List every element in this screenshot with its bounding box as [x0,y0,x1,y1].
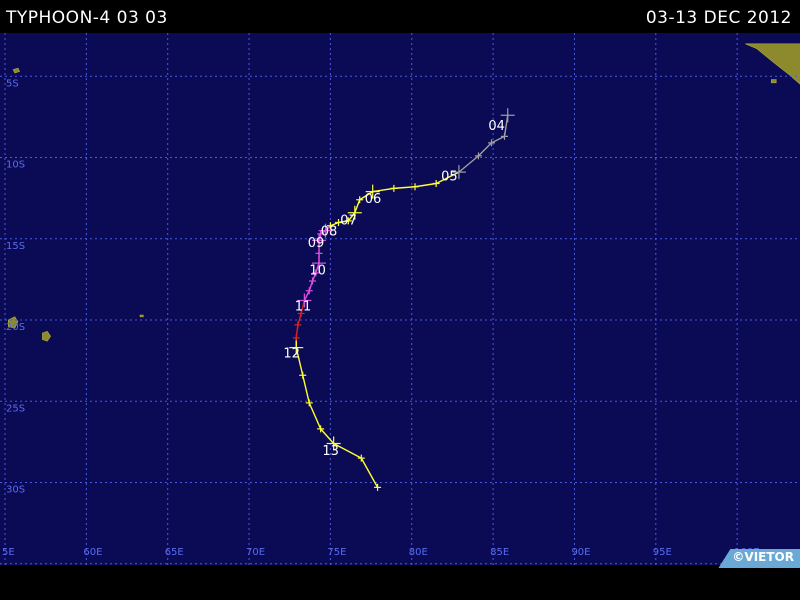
longitude-label: 80E [409,547,428,558]
track-map[interactable]: 5E60E65E70E75E80E85E90E95E100E5S10S15S20… [0,33,800,565]
day-label: 07 [340,213,357,228]
day-label: 13 [322,444,339,459]
day-label: 06 [365,192,382,207]
longitude-label: 90E [571,547,590,558]
latitude-label: 10S [6,160,25,171]
day-label: 05 [441,169,458,184]
day-label: 04 [488,119,505,134]
day-label: 09 [308,236,325,251]
longitude-label: 70E [246,547,265,558]
longitude-label: 95E [653,547,672,558]
latitude-label: 20S [6,322,25,333]
latitude-label: 15S [6,241,25,252]
longitude-label: 85E [490,547,509,558]
longitude-label: 75E [327,547,346,558]
header-bar: TYPHOON-4 03 03 03-13 DEC 2012 [0,0,800,33]
footer-bar [0,565,800,600]
latitude-label: 30S [6,485,25,496]
enggano-island [770,79,777,84]
day-label: 11 [295,299,312,314]
day-label: 10 [309,264,326,279]
longitude-label: 65E [165,547,184,558]
date-range: 03-13 DEC 2012 [645,8,792,28]
rodrigues-island [139,314,144,318]
longitude-label: 60E [83,547,102,558]
day-label: 12 [283,347,300,362]
latitude-label: 25S [6,403,25,414]
longitude-label: 5E [2,547,15,558]
credit-badge: ©VIETOR [718,549,800,568]
latitude-label: 5S [6,78,19,89]
map-canvas: 5E60E65E70E75E80E85E90E95E100E5S10S15S20… [0,33,800,565]
ocean-background [0,33,800,565]
storm-title: TYPHOON-4 03 03 [6,8,168,28]
